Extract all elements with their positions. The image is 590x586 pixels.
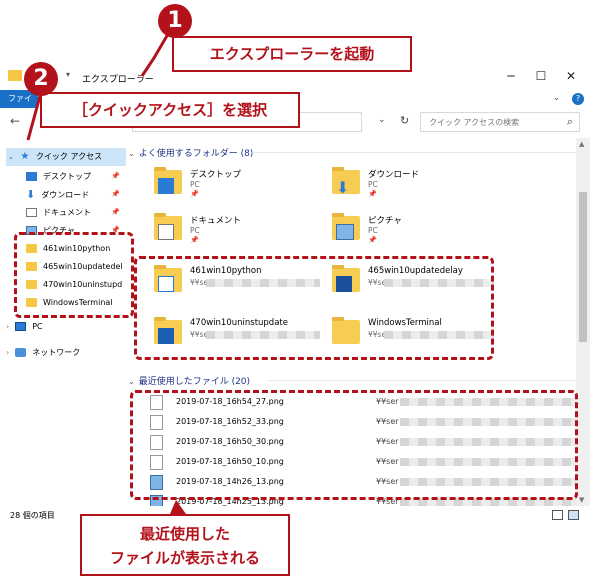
folder-icon (154, 213, 182, 240)
navigation-pane: ⌄ ★ クイック アクセス デスクトップ 📌 ⬇ ダウンロード 📌 ドキュメント … (0, 144, 128, 504)
divider (252, 152, 576, 153)
chevron-right-icon[interactable]: › (6, 322, 9, 331)
network-icon (15, 348, 27, 357)
folder-tile-downloads[interactable]: ⬇ ダウンロード PC 📌 (332, 166, 502, 206)
chevron-right-icon[interactable]: › (6, 348, 9, 357)
chevron-down-icon: ⌄ (128, 377, 135, 386)
pin-icon: 📌 (111, 190, 120, 198)
pc-icon (15, 322, 27, 331)
folder-icon: ⬇ (332, 167, 360, 197)
details-view-icon[interactable] (552, 510, 563, 520)
section-title: よく使用するフォルダー (8) (138, 149, 254, 159)
document-icon (26, 208, 37, 217)
step1-callout: エクスプローラーを起動 (172, 36, 412, 72)
minimize-button[interactable]: ─ (496, 66, 526, 86)
back-arrow-icon[interactable]: ← (10, 114, 20, 128)
pin-icon: 📌 (190, 236, 199, 244)
step1-number: 1 (158, 4, 192, 38)
search-icon: ⌕ (566, 115, 573, 128)
refresh-icon[interactable]: ↻ (400, 114, 409, 127)
pin-icon: 📌 (190, 190, 199, 198)
folder-tile-pictures[interactable]: ピクチャ PC 📌 (332, 212, 502, 252)
tile-location: PC (190, 180, 200, 189)
nav-item-label: デスクトップ (43, 172, 91, 181)
chevron-down-icon[interactable]: ⌄ (8, 153, 14, 161)
pin-icon: 📌 (111, 172, 120, 180)
maximize-icon: ☐ (535, 69, 547, 83)
pin-icon: 📌 (368, 236, 377, 244)
document-icon (158, 224, 174, 240)
tile-name: ダウンロード (368, 170, 420, 180)
folder-tile-documents[interactable]: ドキュメント PC 📌 (154, 212, 324, 252)
pin-icon: 📌 (368, 190, 377, 198)
pin-icon: 📌 (111, 208, 120, 216)
result-callout-line2: ファイルが表示される (109, 549, 260, 567)
download-icon: ⬇ (26, 188, 36, 201)
nav-item-downloads[interactable]: ⬇ ダウンロード (26, 186, 89, 204)
highlight-frequent-folders (134, 256, 494, 360)
nav-item-label: ネットワーク (32, 348, 81, 357)
close-icon: ✕ (565, 69, 577, 83)
tile-location: PC (368, 180, 378, 189)
recent-files-header[interactable]: ⌄ 最近使用したファイル (20) (128, 374, 250, 387)
tile-location: PC (190, 226, 200, 235)
ribbon-expand-icon[interactable]: ⌄ (553, 93, 560, 102)
nav-item-documents[interactable]: ドキュメント (26, 204, 91, 222)
section-title: 最近使用したファイル (20) (138, 377, 251, 387)
scroll-down-icon[interactable]: ▼ (579, 496, 584, 504)
nav-quick-access[interactable]: ⌄ ★ クイック アクセス (6, 148, 126, 166)
nav-item-network[interactable]: › ネットワーク (6, 344, 80, 362)
desktop-icon (26, 172, 37, 181)
star-icon: ★ (20, 151, 30, 162)
tile-name: ピクチャ (368, 216, 402, 226)
nav-item-label: ダウンロード (41, 190, 90, 200)
picture-icon (336, 224, 354, 240)
folder-icon (8, 70, 22, 81)
step2-number: 2 (24, 62, 58, 96)
tile-name: デスクトップ (190, 170, 242, 180)
window-title: エクスプローラー (82, 75, 154, 85)
scrollbar-thumb[interactable] (579, 192, 587, 342)
highlight-recent-files (130, 390, 578, 500)
tile-name: ドキュメント (190, 216, 242, 226)
frequent-folders-header[interactable]: ⌄ よく使用するフォルダー (8) (128, 146, 253, 159)
desktop-icon (158, 178, 174, 194)
address-dropdown-icon[interactable]: ⌄ (378, 115, 386, 125)
search-box[interactable]: クイック アクセスの検索 ⌕ (420, 112, 580, 132)
nav-quick-access-label: クイック アクセス (35, 152, 103, 161)
vertical-scrollbar[interactable]: ▲ ▼ (576, 138, 590, 506)
nav-item-label: PC (32, 322, 43, 331)
nav-item-pc[interactable]: › PC (6, 318, 43, 336)
search-placeholder: クイック アクセスの検索 (429, 118, 520, 127)
scroll-up-icon[interactable]: ▲ (579, 140, 584, 148)
nav-item-label: ドキュメント (43, 208, 91, 217)
folder-icon (154, 167, 182, 194)
large-icons-view-icon[interactable] (568, 510, 579, 520)
step2-callout: ［クイックアクセス］を選択 (40, 92, 300, 128)
chevron-down-icon: ⌄ (128, 149, 135, 158)
minimize-icon: ─ (507, 69, 515, 83)
maximize-button[interactable]: ☐ (526, 66, 556, 86)
download-icon: ⬇ (336, 178, 350, 197)
divider (268, 380, 576, 381)
item-count: 28 個の項目 (10, 511, 55, 520)
folder-icon (332, 213, 360, 240)
close-button[interactable]: ✕ (556, 66, 586, 86)
tile-location: PC (368, 226, 378, 235)
result-callout-line1: 最近使用した (139, 525, 230, 543)
highlight-nav-folders (14, 232, 134, 318)
nav-item-desktop[interactable]: デスクトップ (26, 168, 91, 186)
result-callout: 最近使用した ファイルが表示される (80, 514, 290, 576)
help-icon[interactable]: ? (572, 93, 584, 105)
folder-tile-desktop[interactable]: デスクトップ PC 📌 (154, 166, 324, 206)
qat-dropdown-icon[interactable]: ▾ (66, 70, 70, 79)
